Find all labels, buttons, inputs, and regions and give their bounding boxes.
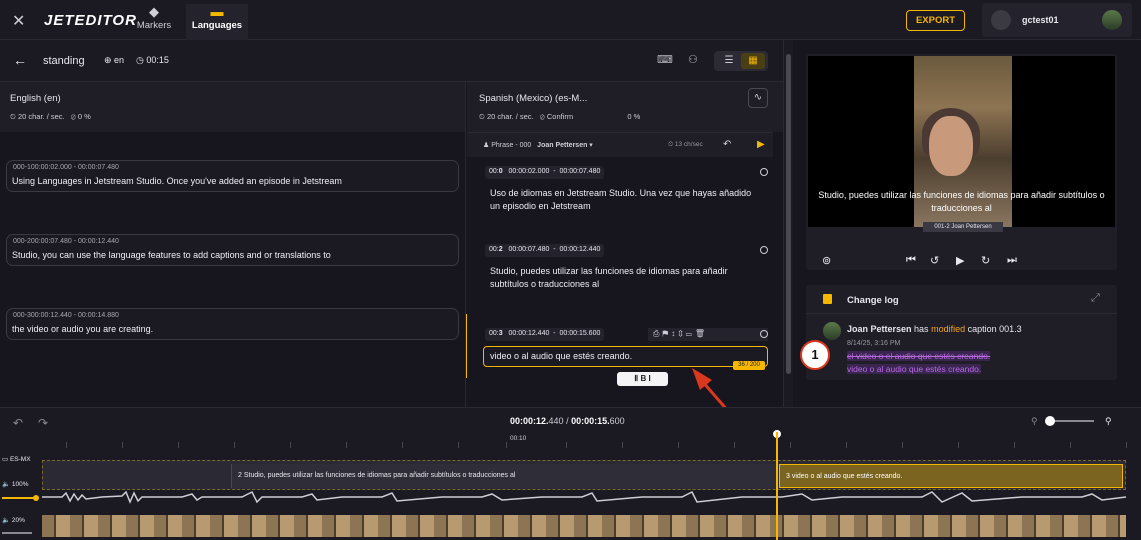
timeline: ↶ ↷ 00:00:12.440 / 00:00:15.600 ⚲ ⚲ 00:1… [0, 407, 1141, 540]
user-menu[interactable]: gctest01 [982, 3, 1132, 37]
changelog-entry: Joan Pettersen has modified caption 001.… [847, 324, 1022, 334]
export-button[interactable]: EXPORT [906, 10, 965, 31]
source-caption-2[interactable]: 000-200:00:07.480 - 00:00:12.440 Studio,… [6, 234, 459, 266]
settings-icon[interactable]: ⊚ [822, 254, 831, 267]
top-bar: ✕ JETEDITOR ◆ Markers ▬ Languages EXPORT… [0, 0, 1141, 40]
list-view-icon[interactable]: ☰ [717, 53, 741, 69]
confirm-radio[interactable] [760, 246, 768, 254]
reading-rate: ⏲ 13 ch/sec [668, 141, 703, 148]
audio-waveform [42, 490, 1126, 504]
marker-icon: ◆ [149, 4, 159, 19]
zoom-knob[interactable] [1045, 416, 1055, 426]
new-text: video o al audio que estés creando. [847, 364, 982, 374]
time-ruler[interactable] [0, 438, 1141, 448]
timecode: 00:00:12.440 / 00:00:15.600 [510, 416, 625, 426]
audio-volume: 🔈 20% [2, 517, 25, 524]
play-icon[interactable]: ▶ [956, 254, 964, 267]
target-caption-2[interactable]: 00:2 00:00:07.480 - 00:00:12.440 Studio,… [483, 244, 768, 314]
changelog-title: Change log [847, 295, 899, 306]
source-language: English (en) [10, 93, 61, 104]
speakers-icon[interactable]: ⚇ [688, 53, 698, 66]
target-language[interactable]: Spanish (Mexico) (es-M... [479, 93, 587, 104]
char-counter: 36 / 200 [733, 361, 765, 370]
undo-icon[interactable]: ↶ [13, 416, 23, 430]
caption-text: Using Languages in Jetstream Studio. Onc… [12, 176, 342, 186]
target-caption-3[interactable]: 00:3 00:00:12.440 - 00:00:15.600 ⎙⚑↕⇕▭🗑 … [483, 328, 768, 386]
source-meta: ⏲ 20 char. / sec. ⊘ 0 % [10, 112, 91, 121]
tab-languages[interactable]: ▬ Languages [186, 4, 248, 40]
ruler-label: 00:10 [510, 435, 527, 442]
username: gctest01 [1022, 15, 1059, 25]
episode-title: standing [43, 55, 85, 67]
source-column: English (en) ⏲ 20 char. / sec. ⊘ 0 % 000… [0, 82, 468, 407]
audio-volume-slider[interactable] [2, 532, 32, 534]
avatar [991, 10, 1011, 30]
avatar [823, 322, 841, 340]
caption-text: the video or audio you are creating. [12, 324, 154, 334]
undo-icon[interactable]: ↶ [723, 139, 731, 150]
caption-text[interactable]: Uso de idiomas en Jetstream Studio. Una … [490, 187, 760, 213]
video-player[interactable]: Studio, puedes utilizar las funciones de… [806, 54, 1117, 270]
caption-edit-field[interactable]: video o al audio que estés creando. 36 /… [483, 346, 768, 370]
waveform-icon[interactable]: ∿ [748, 88, 768, 108]
play-icon[interactable]: ▶ [757, 139, 765, 150]
zoom-out-icon[interactable]: ⚲ [1031, 416, 1038, 427]
preview-panel: Studio, puedes utilizar las funciones de… [794, 40, 1141, 407]
confirm-radio[interactable] [760, 168, 768, 176]
close-icon[interactable]: ✕ [12, 11, 25, 31]
episode-duration: ◷ 00:15 [136, 55, 169, 65]
change-log-panel: Change log ⤢ Joan Pettersen has modified… [806, 285, 1117, 380]
source-header: English (en) ⏲ 20 char. / sec. ⊘ 0 % [0, 82, 465, 132]
old-text: el video o el audio que estés creando. [847, 351, 991, 361]
source-caption-1[interactable]: 000-100:00:02.000 - 00:00:07.480 Using L… [6, 160, 459, 192]
episode-language: ⊕ en [104, 55, 125, 65]
speaker-select[interactable]: Joan Pettersen [537, 142, 587, 149]
caption-text: Studio, you can use the language feature… [12, 250, 331, 260]
source-caption-3[interactable]: 000-300:00:12.440 - 00:00:14.880 the vid… [6, 308, 459, 340]
target-header: Spanish (Mexico) (es-M... ⏲ 20 char. / s… [467, 82, 783, 132]
expand-icon[interactable]: ⤢ [1091, 292, 1100, 305]
back-arrow-icon[interactable]: ← [13, 52, 27, 68]
caption-track[interactable]: 2 Studio, puedes utilizar las funciones … [42, 460, 1126, 490]
caption-tools[interactable]: ⎙⚑↕⇕▭🗑 [648, 328, 768, 341]
phrase-bar: ♟ Phrase - 000 Joan Pettersen ▾ ⏲ 13 ch/… [467, 132, 773, 157]
playhead[interactable] [776, 432, 778, 540]
split-view-icon[interactable]: ▦ [741, 53, 765, 69]
target-meta: ⏲ 20 char. / sec. ⊘ Confirm 0 % [479, 112, 641, 121]
zoom-in-icon[interactable]: ⚲ [1105, 416, 1112, 427]
confirm-radio[interactable] [760, 330, 768, 338]
caption-segment-3[interactable]: 3 video o al audio que estés creando. [779, 464, 1123, 488]
forward-icon[interactable]: ↻ [981, 254, 990, 267]
view-toggle[interactable]: ☰ ▦ [714, 51, 768, 71]
tab-markers[interactable]: ◆ Markers [123, 4, 185, 40]
rewind-icon[interactable]: ↺ [930, 254, 939, 267]
scrollbar[interactable] [783, 40, 793, 407]
video-subtitle: Studio, puedes utilizar las funciones de… [818, 190, 1105, 213]
skip-forward-icon[interactable]: ⏭ [1007, 254, 1017, 267]
format-toolbar[interactable]: Ⅱ B I [617, 372, 668, 386]
step-annotation: 1 [800, 340, 830, 370]
user-avatar [1102, 10, 1122, 30]
caption-segment-2[interactable]: 2 Studio, puedes utilizar las funciones … [231, 464, 776, 488]
subtitle-tag: 001-2 Joan Pettersen [923, 222, 1003, 232]
video-frame: Studio, puedes utilizar las funciones de… [808, 56, 1115, 232]
caption-text[interactable]: video o al audio que estés creando. [490, 350, 760, 363]
changelog-date: 8/14/25, 3:16 PM [847, 340, 901, 347]
keyboard-icon[interactable]: ⌨ [657, 53, 673, 66]
target-caption-1[interactable]: 00:0 00:00:02.000 - 00:00:07.480 Uso de … [483, 166, 768, 236]
skip-back-icon[interactable]: ⏮ [906, 254, 916, 267]
changelog-icon [823, 294, 832, 304]
caption-text[interactable]: Studio, puedes utilizar las funciones de… [490, 265, 760, 291]
video-filmstrip[interactable] [42, 515, 1126, 537]
redo-icon[interactable]: ↷ [38, 416, 48, 430]
target-column: Spanish (Mexico) (es-M... ⏲ 20 char. / s… [467, 82, 783, 407]
episode-bar: ← standing ⊕ en ◷ 00:15 ⌨ ⚇ ☰ ▦ [0, 40, 783, 82]
caption-icon: ▬ [210, 4, 224, 19]
track-language: ▭ ES-MX [2, 456, 31, 463]
track-volume: 🔈 100% [2, 481, 29, 488]
